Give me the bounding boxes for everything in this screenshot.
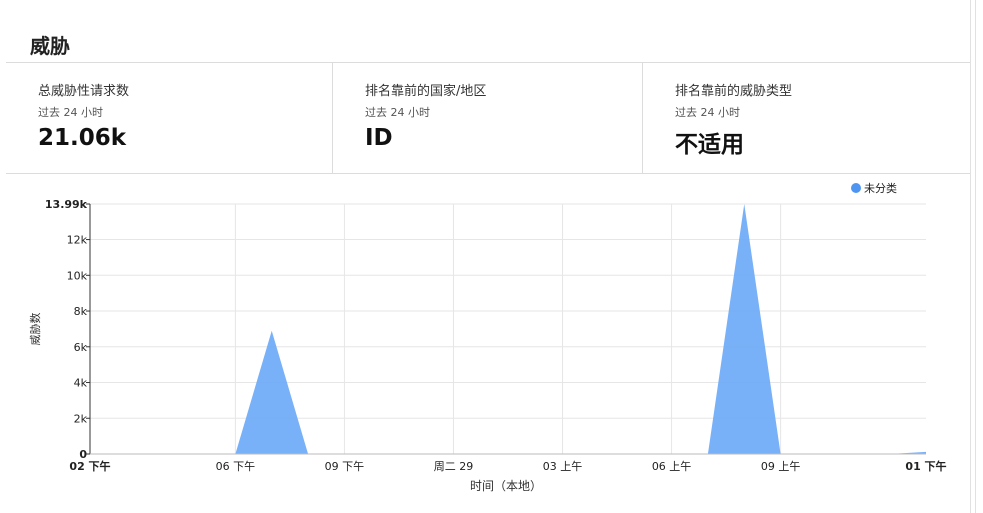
x-tick-label: 09 下午 xyxy=(325,460,365,473)
y-tick-label: 4k xyxy=(74,377,88,390)
y-tick-label: 8k xyxy=(74,305,88,318)
stat-sublabel: 过去 24 小时 xyxy=(675,106,740,119)
x-tick-label: 03 上午 xyxy=(543,460,583,473)
y-tick-label: 6k xyxy=(74,341,88,354)
panel-edge xyxy=(975,0,976,513)
x-tick-label: 06 上午 xyxy=(652,460,692,473)
threats-panel: 威胁 总威胁性请求数 过去 24 小时 21.06k 排名靠前的国家/地区 过去… xyxy=(6,0,971,513)
stat-label: 排名靠前的国家/地区 xyxy=(365,84,487,99)
chart-axes xyxy=(89,204,926,455)
y-tick-label: 12k xyxy=(67,234,88,247)
x-tick-label: 02 下午 xyxy=(69,459,110,473)
stat-label: 总威胁性请求数 xyxy=(38,84,130,99)
x-tick-label: 01 下午 xyxy=(905,459,946,473)
chart-legend[interactable]: 未分类 xyxy=(851,181,897,195)
y-axis-label: 威胁数 xyxy=(28,313,42,346)
stat-sublabel: 过去 24 小时 xyxy=(38,106,103,119)
stat-total-threats: 总威胁性请求数 过去 24 小时 21.06k xyxy=(6,63,333,173)
y-tick-label: 13.99k xyxy=(45,198,88,211)
stat-label: 排名靠前的威胁类型 xyxy=(675,84,793,99)
y-tick-label: 2k xyxy=(74,412,88,425)
chart-grid xyxy=(90,203,926,454)
x-axis-label: 时间（本地） xyxy=(470,479,542,493)
stat-value: 不适用 xyxy=(675,132,744,158)
legend-marker[interactable] xyxy=(851,183,861,193)
stat-value: 21.06k xyxy=(38,125,127,151)
x-tick-label: 周二 29 xyxy=(434,460,474,473)
chart-series xyxy=(90,204,926,454)
x-tick-label: 09 上午 xyxy=(761,460,801,473)
legend-label[interactable]: 未分类 xyxy=(864,181,897,195)
stat-top-country: 排名靠前的国家/地区 过去 24 小时 ID xyxy=(333,63,643,173)
y-tick-label: 10k xyxy=(67,269,88,282)
y-axis-ticks: 02k4k6k8k10k12k13.99k xyxy=(45,198,90,461)
section-title: 威胁 xyxy=(30,34,70,58)
series-area-0 xyxy=(90,204,926,454)
threats-area-chart: 02k4k6k8k10k12k13.99k 02 下午 06 下午 09 下午 周二 … xyxy=(28,181,947,493)
stat-top-threat-type: 排名靠前的威胁类型 过去 24 小时 不适用 xyxy=(643,63,970,173)
stats-row: 总威胁性请求数 过去 24 小时 21.06k 排名靠前的国家/地区 过去 24… xyxy=(6,62,970,174)
x-axis-ticks: 02 下午 06 下午 09 下午 周二 29 03 上午 06 上午 09 上午 01 下午 xyxy=(69,459,946,473)
stat-value: ID xyxy=(365,125,393,151)
stat-sublabel: 过去 24 小时 xyxy=(365,106,430,119)
x-tick-label: 06 下午 xyxy=(216,460,256,473)
